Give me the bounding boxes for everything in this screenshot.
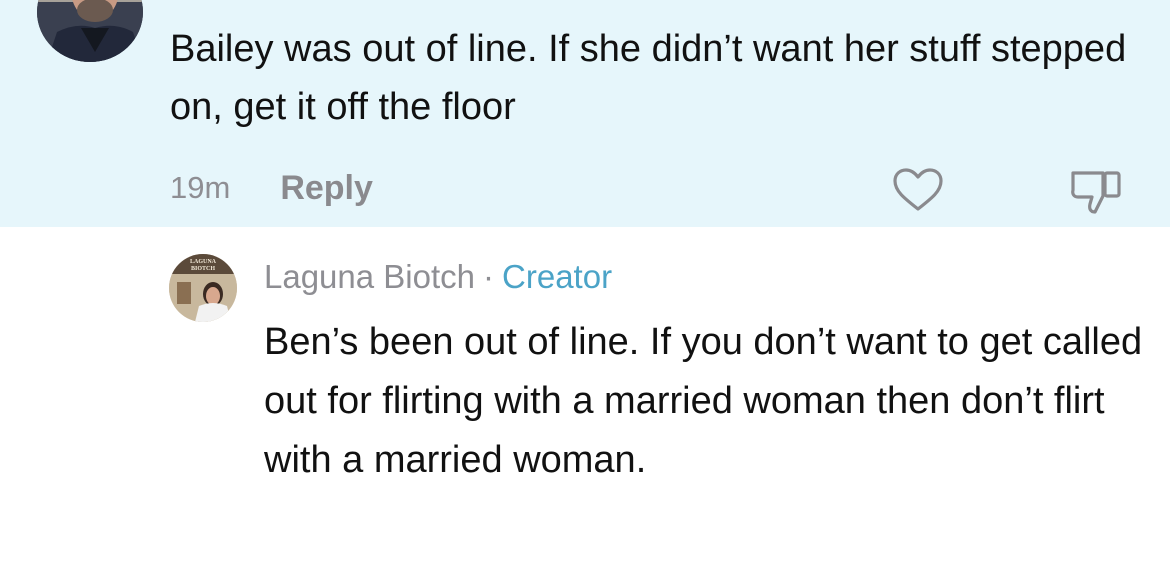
- reply-text: Ben’s been out of line. If you don’t wan…: [264, 321, 1143, 481]
- creator-badge: Creator: [502, 258, 613, 295]
- user-photo-icon: [37, 0, 143, 62]
- heart-outline-icon: [893, 168, 943, 211]
- parent-comment: Bailey was out of line. If she didn’t wa…: [0, 0, 1170, 227]
- avatar[interactable]: LAGUNA BIOTCH: [169, 254, 237, 322]
- svg-text:BIOTCH: BIOTCH: [191, 266, 215, 272]
- svg-text:LAGUNA: LAGUNA: [190, 259, 217, 265]
- creator-photo-icon: LAGUNA BIOTCH: [169, 254, 237, 322]
- comment-meta: 19m Reply: [170, 166, 373, 210]
- comment-text: Bailey was out of line. If she didn’t wa…: [170, 28, 1127, 128]
- separator: ·: [483, 258, 495, 295]
- timestamp: 19m: [170, 170, 231, 205]
- thumbs-down-outline-icon: [1071, 171, 1121, 214]
- avatar[interactable]: [37, 0, 143, 62]
- dislike-button[interactable]: [1068, 166, 1124, 216]
- reply-button[interactable]: Reply: [280, 169, 373, 208]
- like-button[interactable]: [892, 167, 944, 213]
- author-name[interactable]: Laguna Biotch: [264, 258, 475, 296]
- reply-header: Laguna Biotch · Creator: [264, 254, 612, 300]
